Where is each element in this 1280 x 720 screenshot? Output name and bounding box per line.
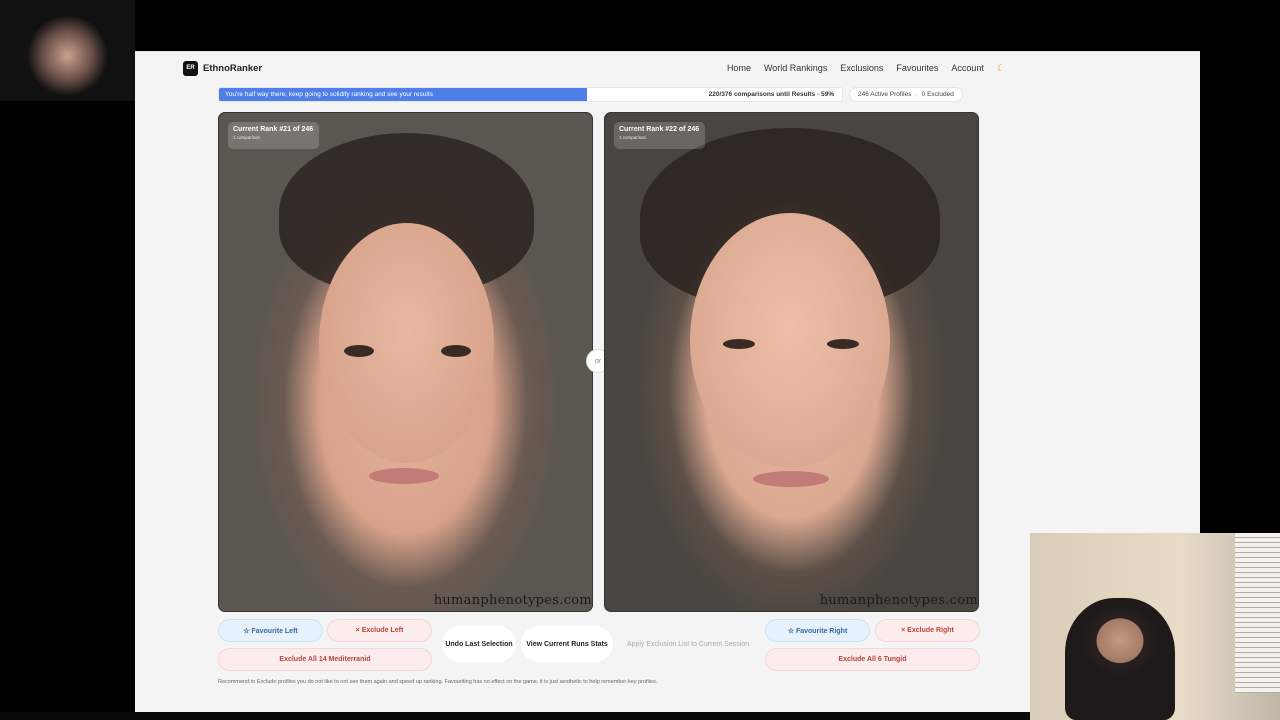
streamer-person	[1065, 598, 1175, 720]
webcam-overlay-top-left	[0, 0, 135, 101]
exclude-all-left-button[interactable]: Exclude All 14 Mediterranid	[218, 648, 432, 671]
right-eye	[723, 339, 755, 349]
right-rank-badge: Current Rank #22 of 246 1 comparison	[614, 122, 705, 149]
left-face-skin	[319, 223, 494, 463]
left-lips	[369, 468, 439, 484]
nav-exclusions[interactable]: Exclusions	[840, 63, 883, 73]
left-rank-badge: Current Rank #21 of 246 1 comparison	[228, 122, 319, 149]
left-eye	[344, 345, 374, 357]
left-rank-sub: 1 comparison	[233, 135, 261, 140]
right-eye-2	[827, 339, 859, 349]
undo-button[interactable]: Undo Last Selection	[442, 626, 516, 662]
progress-count: 220/376 comparisons until Results · 59%	[708, 91, 834, 98]
right-profile-card[interactable]: Current Rank #22 of 246 1 comparison hum…	[604, 112, 979, 612]
right-lips	[753, 471, 829, 487]
nav-favourites[interactable]: Favourites	[896, 63, 938, 73]
nav-links: Home World Rankings Exclusions Favourite…	[727, 63, 1005, 74]
right-rank-sub: 1 comparison	[619, 135, 647, 140]
profiles-status: 246 Active Profiles · 0 Excluded	[849, 87, 963, 102]
left-watermark: humanphenotypes.com	[433, 593, 592, 608]
window-blind	[1235, 533, 1280, 693]
screen: ER EthnoRanker Home World Rankings Exclu…	[0, 0, 1280, 720]
favourite-right-button[interactable]: ☆ Favourite Right	[765, 619, 870, 642]
app-name[interactable]: EthnoRanker	[203, 63, 262, 74]
right-face-skin	[690, 213, 890, 468]
left-eye-2	[441, 345, 471, 357]
progress-row: You're half way there, keep going to sol…	[218, 87, 982, 102]
logo-icon[interactable]: ER	[183, 60, 198, 76]
view-stats-button[interactable]: View Current Runs Stats	[521, 626, 613, 662]
favourite-left-button[interactable]: ☆ Favourite Left	[218, 619, 323, 642]
dot-separator: ·	[915, 91, 918, 98]
exclude-left-button[interactable]: × Exclude Left	[327, 619, 432, 642]
exclude-right-button[interactable]: × Exclude Right	[875, 619, 980, 642]
left-profile-card[interactable]: Current Rank #21 of 246 1 comparison hum…	[218, 112, 593, 612]
moon-icon[interactable]: ☾	[997, 63, 1005, 74]
left-rank-title: Current Rank #21 of 246	[233, 126, 314, 133]
webcam-overlay-bottom-right	[1030, 533, 1280, 720]
right-watermark: humanphenotypes.com	[819, 593, 978, 608]
nav-account[interactable]: Account	[951, 63, 984, 73]
excluded-count: 0 Excluded	[921, 91, 954, 98]
exclude-all-right-button[interactable]: Exclude All 6 Tungid	[765, 648, 980, 671]
navbar: ER EthnoRanker Home World Rankings Exclu…	[183, 60, 1005, 76]
right-rank-title: Current Rank #22 of 246	[619, 126, 700, 133]
progress-message: You're half way there, keep going to sol…	[225, 91, 434, 98]
apply-exclusion-button[interactable]: Apply Exclusion List to Current Session	[618, 626, 758, 662]
nav-home[interactable]: Home	[727, 63, 751, 73]
active-profiles: 246 Active Profiles	[858, 91, 912, 98]
progress-bar: You're half way there, keep going to sol…	[218, 87, 843, 102]
footnote: Recommend to Exclude profiles you do not…	[218, 679, 658, 685]
nav-world-rankings[interactable]: World Rankings	[764, 63, 827, 73]
